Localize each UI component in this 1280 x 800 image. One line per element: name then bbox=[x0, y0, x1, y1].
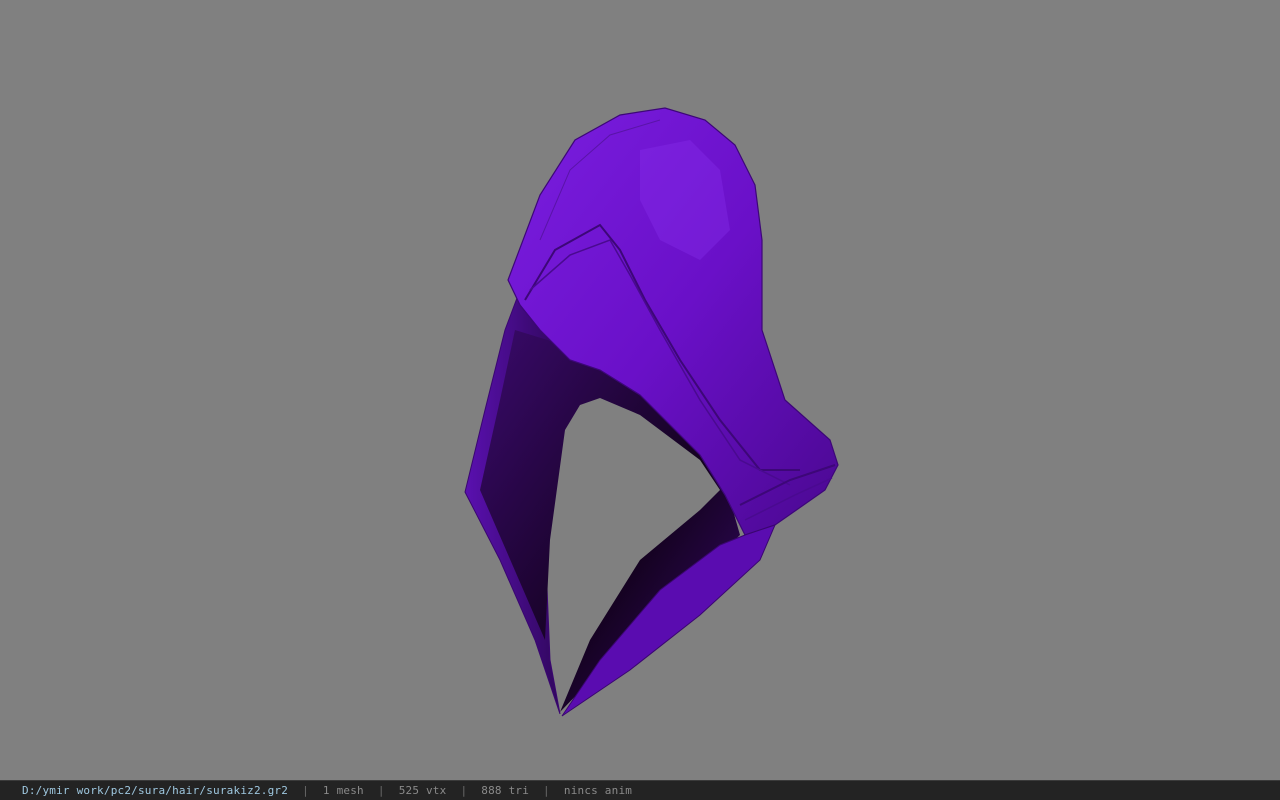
file-path: D:/ymir work/pc2/sura/hair/surakiz2.gr2 bbox=[22, 784, 289, 797]
mesh-count: 1 mesh bbox=[322, 784, 364, 797]
status-separator: | bbox=[377, 784, 385, 797]
triangle-count: 888 tri bbox=[481, 784, 530, 797]
anim-state: nincs anim bbox=[563, 784, 633, 797]
status-separator: | bbox=[543, 784, 550, 797]
3d-viewport[interactable] bbox=[0, 0, 1280, 780]
hood-model bbox=[464, 107, 839, 717]
status-separator: | bbox=[460, 784, 468, 797]
status-bar: D:/ymir work/pc2/sura/hair/surakiz2.gr2 … bbox=[0, 780, 1280, 800]
status-separator: | bbox=[302, 784, 309, 797]
vertex-count: 525 vtx bbox=[398, 784, 447, 797]
